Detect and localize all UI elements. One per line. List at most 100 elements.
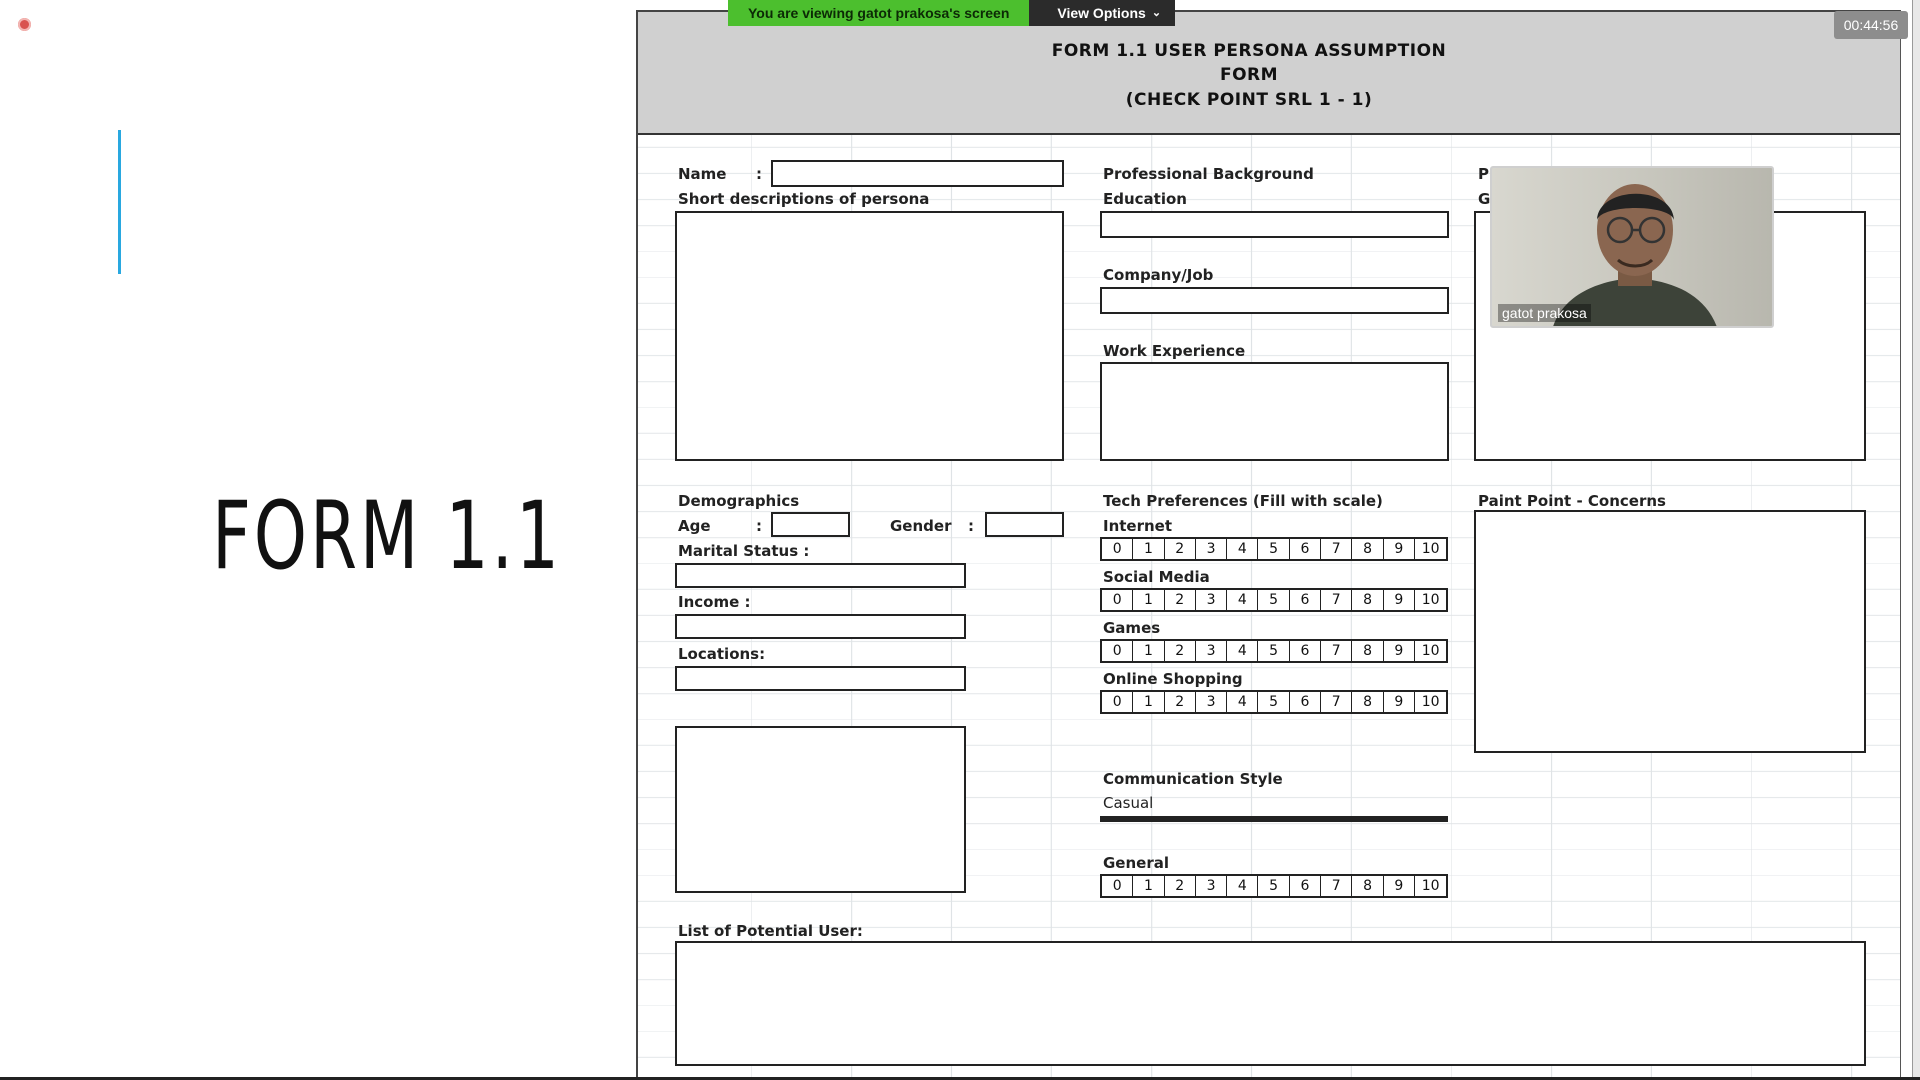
- internet-scale-4[interactable]: 4: [1227, 539, 1259, 559]
- general-scale-5[interactable]: 5: [1258, 876, 1290, 896]
- locations-field[interactable]: [675, 666, 966, 691]
- online-shopping-scale-9[interactable]: 9: [1384, 692, 1415, 712]
- name-label: Name: [678, 165, 727, 183]
- education-label: Education: [1103, 190, 1187, 208]
- age-colon: :: [756, 517, 762, 535]
- name-field[interactable]: [771, 160, 1064, 187]
- online-shopping-scale-6[interactable]: 6: [1290, 692, 1322, 712]
- games-scale-10[interactable]: 10: [1415, 641, 1446, 661]
- paint-point-field[interactable]: [1474, 510, 1866, 753]
- general-label: General: [1103, 854, 1169, 872]
- education-field[interactable]: [1100, 211, 1449, 238]
- online-shopping-scale-10[interactable]: 10: [1415, 692, 1446, 712]
- company-job-label: Company/Job: [1103, 266, 1214, 284]
- gender-label: Gender: [890, 517, 952, 535]
- games-label: Games: [1103, 619, 1161, 637]
- online-shopping-scale-1[interactable]: 1: [1133, 692, 1165, 712]
- internet-scale-10[interactable]: 10: [1415, 539, 1446, 559]
- general-scale-8[interactable]: 8: [1352, 876, 1384, 896]
- online-shopping-scale-3[interactable]: 3: [1196, 692, 1228, 712]
- short-desc-field[interactable]: [675, 211, 1064, 461]
- view-options-label: View Options: [1057, 5, 1146, 21]
- potential-user-label: List of Potential User:: [678, 922, 863, 940]
- general-scale-0[interactable]: 0: [1102, 876, 1134, 896]
- meeting-timer: 00:44:56: [1834, 11, 1908, 39]
- games-scale-5[interactable]: 5: [1258, 641, 1290, 661]
- online-shopping-scale-4[interactable]: 4: [1227, 692, 1259, 712]
- general-scale-9[interactable]: 9: [1384, 876, 1415, 896]
- online-shopping-label: Online Shopping: [1103, 670, 1243, 688]
- tech-preferences-label: Tech Preferences (Fill with scale): [1103, 492, 1383, 510]
- name-colon: :: [756, 165, 762, 183]
- gender-field[interactable]: [985, 512, 1064, 537]
- gender-colon: :: [968, 517, 974, 535]
- shared-screen: FORM 1.1 USER PERSONA ASSUMPTION FORM (C…: [626, 0, 1920, 1080]
- online-shopping-scale-7[interactable]: 7: [1321, 692, 1353, 712]
- general-scale-7[interactable]: 7: [1321, 876, 1353, 896]
- short-desc-label: Short descriptions of persona: [678, 190, 930, 208]
- partial-p-label: P: [1478, 165, 1489, 183]
- games-scale-2[interactable]: 2: [1165, 641, 1196, 661]
- social-media-scale-0[interactable]: 0: [1102, 590, 1134, 610]
- internet-scale-1[interactable]: 1: [1133, 539, 1165, 559]
- age-field[interactable]: [771, 512, 850, 537]
- online-shopping-scale-2[interactable]: 2: [1165, 692, 1196, 712]
- work-experience-field[interactable]: [1100, 362, 1449, 461]
- games-scale-6[interactable]: 6: [1290, 641, 1322, 661]
- internet-scale-3[interactable]: 3: [1196, 539, 1228, 559]
- income-field[interactable]: [675, 614, 966, 639]
- marital-status-label: Marital Status :: [678, 542, 810, 560]
- social-media-scale-9[interactable]: 9: [1384, 590, 1415, 610]
- online-shopping-scale-5[interactable]: 5: [1258, 692, 1290, 712]
- games-scale-7[interactable]: 7: [1321, 641, 1353, 661]
- form-title-line-2: FORM: [1219, 65, 1279, 85]
- internet-scale-5[interactable]: 5: [1258, 539, 1290, 559]
- internet-scale-2[interactable]: 2: [1165, 539, 1196, 559]
- general-scale-3[interactable]: 3: [1196, 876, 1228, 896]
- internet-scale-6[interactable]: 6: [1290, 539, 1322, 559]
- online-shopping-scale-0[interactable]: 0: [1102, 692, 1134, 712]
- general-scale-1[interactable]: 1: [1133, 876, 1165, 896]
- social-media-scale-2[interactable]: 2: [1165, 590, 1196, 610]
- professional-background-label: Professional Background: [1103, 165, 1314, 183]
- internet-scale-7[interactable]: 7: [1321, 539, 1353, 559]
- games-scale-0[interactable]: 0: [1102, 641, 1134, 661]
- online-shopping-scale-8[interactable]: 8: [1352, 692, 1384, 712]
- games-scale: 0 1 2 3 4 5 6 7 8 9 10: [1100, 639, 1449, 663]
- viewing-screen-text: You are viewing gatot prakosa's screen: [728, 0, 1030, 26]
- general-scale-4[interactable]: 4: [1227, 876, 1259, 896]
- chevron-down-icon: ⌄: [1151, 7, 1162, 19]
- partial-g-label: G: [1478, 190, 1491, 208]
- recording-indicator-icon: [18, 18, 31, 31]
- screen-share-banner: You are viewing gatot prakosa's screen V…: [728, 0, 1176, 26]
- social-media-scale-10[interactable]: 10: [1415, 590, 1446, 610]
- internet-scale-9[interactable]: 9: [1384, 539, 1415, 559]
- internet-scale-8[interactable]: 8: [1352, 539, 1384, 559]
- social-media-scale-3[interactable]: 3: [1196, 590, 1228, 610]
- window-scrollbar[interactable]: [1912, 0, 1920, 1080]
- cut-off-section-field[interactable]: [675, 726, 966, 893]
- social-media-scale-1[interactable]: 1: [1133, 590, 1165, 610]
- games-scale-8[interactable]: 8: [1352, 641, 1384, 661]
- social-media-scale-6[interactable]: 6: [1290, 590, 1322, 610]
- social-media-scale-7[interactable]: 7: [1321, 590, 1353, 610]
- marital-status-field[interactable]: [675, 563, 966, 588]
- games-scale-9[interactable]: 9: [1384, 641, 1415, 661]
- participant-video[interactable]: gatot prakosa: [1490, 166, 1774, 328]
- games-scale-4[interactable]: 4: [1227, 641, 1259, 661]
- general-scale-2[interactable]: 2: [1165, 876, 1196, 896]
- view-options-button[interactable]: View Options ⌄: [1029, 0, 1176, 26]
- internet-scale: 0 1 2 3 4 5 6 7 8 9 10: [1100, 537, 1449, 561]
- social-media-scale-8[interactable]: 8: [1352, 590, 1384, 610]
- social-media-scale-4[interactable]: 4: [1227, 590, 1259, 610]
- general-scale-6[interactable]: 6: [1290, 876, 1322, 896]
- potential-user-field[interactable]: [675, 941, 1866, 1066]
- internet-scale-0[interactable]: 0: [1102, 539, 1134, 559]
- games-scale-3[interactable]: 3: [1196, 641, 1228, 661]
- company-job-field[interactable]: [1100, 287, 1449, 314]
- casual-scale-bar[interactable]: [1100, 816, 1448, 822]
- social-media-scale-5[interactable]: 5: [1258, 590, 1290, 610]
- games-scale-1[interactable]: 1: [1133, 641, 1165, 661]
- paint-point-label: Paint Point - Concerns: [1478, 492, 1666, 510]
- general-scale-10[interactable]: 10: [1415, 876, 1446, 896]
